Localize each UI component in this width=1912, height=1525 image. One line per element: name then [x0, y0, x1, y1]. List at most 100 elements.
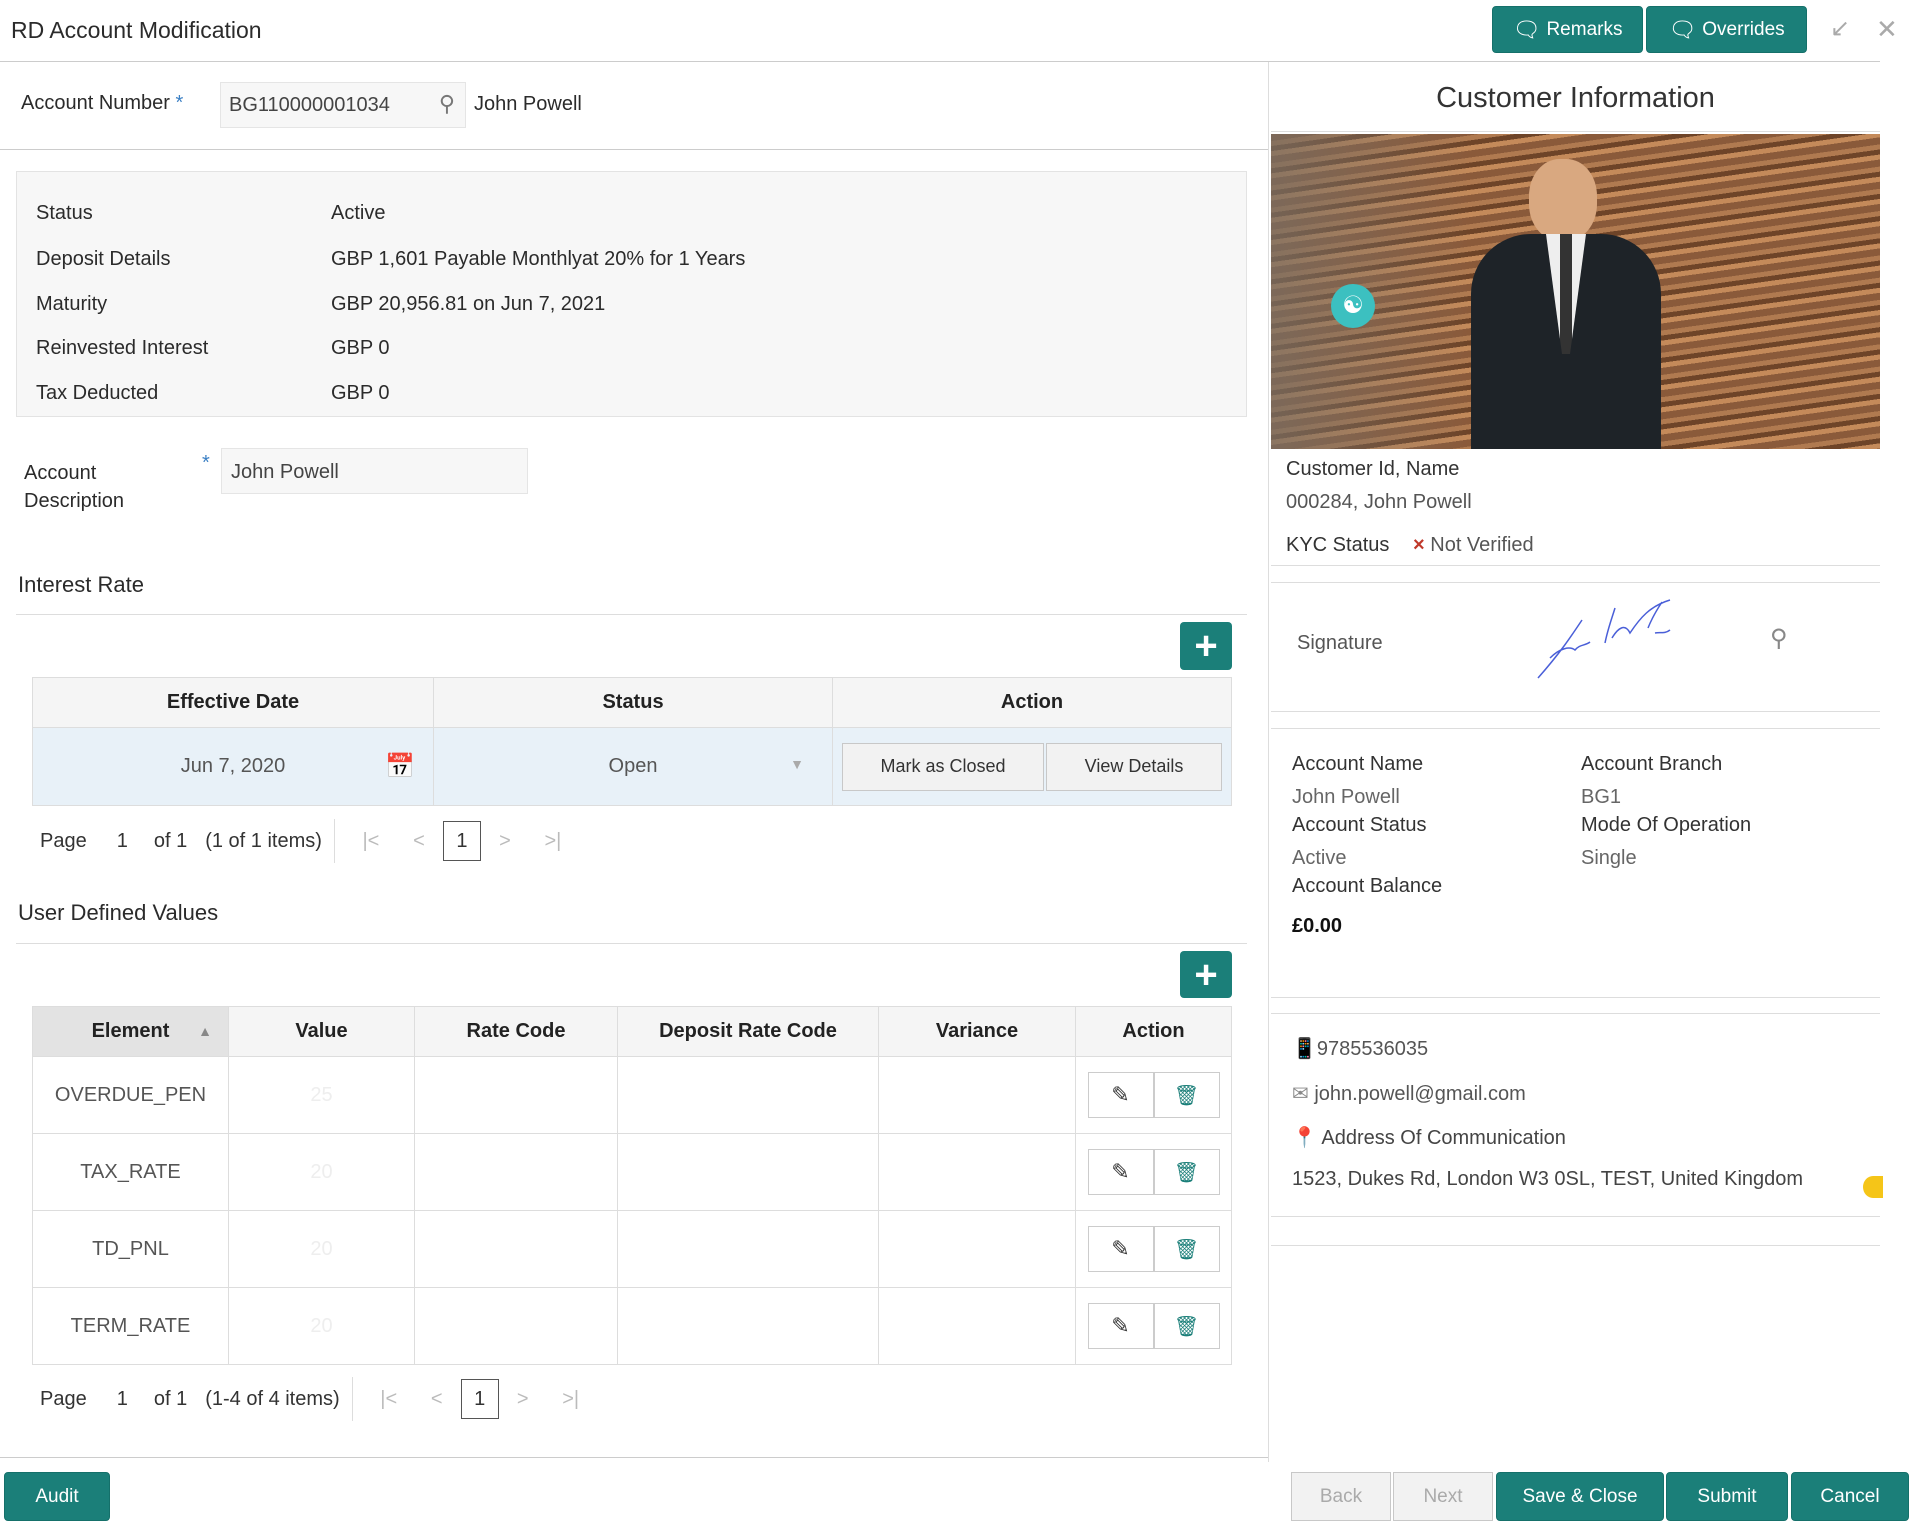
next-button[interactable]: Next	[1393, 1472, 1493, 1521]
udv-title: User Defined Values	[18, 900, 219, 925]
edit-icon: ✎	[1111, 1159, 1130, 1184]
edit-button[interactable]: ✎	[1087, 1303, 1154, 1349]
photo-viewer-icon[interactable]: ☯	[1331, 284, 1375, 328]
next-page-icon[interactable]: >	[499, 1388, 547, 1411]
summary-label: Deposit Details	[36, 248, 171, 270]
col-action: Action	[832, 677, 1232, 728]
add-udv-button[interactable]: +	[1180, 951, 1232, 998]
summary-value: GBP 0	[331, 382, 390, 404]
summary-value: Active	[331, 202, 386, 224]
search-icon[interactable]: ⚲	[439, 91, 455, 117]
phone-icon: 📱	[1292, 1038, 1317, 1060]
audit-button[interactable]: Audit	[4, 1472, 110, 1521]
prev-page-icon[interactable]: <	[395, 830, 443, 853]
col-effective-date: Effective Date	[32, 677, 434, 728]
summary-label: Maturity	[36, 293, 108, 315]
summary-label: Status	[36, 202, 93, 224]
udv-pager: Page 1 of 1 (1-4 of 4 items) |< <1 > >|	[40, 1377, 595, 1421]
trash-icon: 🗑	[1173, 1161, 1200, 1184]
current-page[interactable]: 1	[442, 821, 481, 861]
element-cell: TERM_RATE	[32, 1287, 229, 1365]
summary-value: GBP 1,601 Payable Monthlyat 20% for 1 Ye…	[331, 248, 746, 270]
edit-icon: ✎	[1111, 1236, 1130, 1261]
account-description-input[interactable]: John Powell	[221, 448, 528, 494]
field-label: Account Status	[1292, 814, 1427, 836]
value-cell[interactable]: 20	[228, 1210, 415, 1288]
kyc-label: KYC Status	[1286, 534, 1390, 556]
account-summary	[16, 171, 1247, 417]
first-page-icon[interactable]: |<	[347, 830, 395, 853]
field-label: Mode Of Operation	[1581, 814, 1752, 836]
first-page-icon[interactable]: |<	[365, 1388, 413, 1411]
interest-pager: Page 1 of 1 (1 of 1 items) |< <1 > >|	[40, 819, 577, 863]
cancel-button[interactable]: Cancel	[1791, 1472, 1909, 1521]
effective-date-input[interactable]: Jun 7, 2020	[181, 755, 286, 777]
field-label: Account Name	[1292, 753, 1424, 775]
mark-as-closed-button[interactable]: Mark as Closed	[842, 742, 1044, 791]
table-row: TERM_RATE 20 ✎ 🗑	[32, 1287, 1232, 1365]
view-details-button[interactable]: View Details	[1046, 742, 1222, 791]
interest-rate-table: Effective Date Status Action Jun 7, 2020 📅 …	[32, 677, 1232, 806]
close-icon[interactable]: ✕	[1876, 14, 1898, 45]
back-button[interactable]: Back	[1291, 1472, 1391, 1521]
last-page-icon[interactable]: >|	[547, 1388, 595, 1411]
delete-button[interactable]: 🗑	[1153, 1149, 1220, 1195]
interest-rate-title: Interest Rate	[18, 572, 144, 597]
edit-button[interactable]: ✎	[1087, 1149, 1154, 1195]
value-cell[interactable]: 20	[228, 1133, 415, 1211]
minimize-icon[interactable]: ↙	[1830, 14, 1850, 43]
help-tab[interactable]	[1863, 1176, 1883, 1198]
trash-icon: 🗑	[1173, 1084, 1200, 1107]
delete-button[interactable]: 🗑	[1153, 1303, 1220, 1349]
col-element[interactable]: Element ▲	[32, 1006, 229, 1057]
element-cell: OVERDUE_PEN	[32, 1056, 229, 1134]
summary-label: Reinvested Interest	[36, 337, 209, 359]
field-value: Active	[1292, 847, 1347, 869]
page-title: RD Account Modification	[11, 17, 262, 43]
edit-button[interactable]: ✎	[1087, 1226, 1154, 1272]
account-number-input[interactable]: BG110000001034 ⚲	[220, 82, 466, 128]
trash-icon: 🗑	[1173, 1238, 1200, 1261]
edit-button[interactable]: ✎	[1087, 1072, 1154, 1118]
field-value: Single	[1581, 847, 1637, 869]
calendar-icon[interactable]: 📅	[385, 752, 415, 781]
chat-icon: 🗨	[1512, 16, 1541, 42]
next-page-icon[interactable]: >	[481, 830, 529, 853]
delete-button[interactable]: 🗑	[1153, 1226, 1220, 1272]
current-page[interactable]: 1	[460, 1379, 499, 1419]
value-cell[interactable]: 25	[228, 1056, 415, 1134]
col-variance: Variance	[878, 1006, 1076, 1057]
col-deposit-rate-code: Deposit Rate Code	[617, 1006, 879, 1057]
table-row: Jun 7, 2020 📅 Open ▼ Mark as Closed View De…	[32, 727, 1232, 806]
table-row: OVERDUE_PEN 25 ✎ 🗑	[32, 1056, 1232, 1134]
sort-asc-icon[interactable]: ▲	[198, 1023, 212, 1039]
overrides-button[interactable]: 🗨 Overrides	[1646, 6, 1807, 53]
submit-button[interactable]: Submit	[1666, 1472, 1788, 1521]
last-page-icon[interactable]: >|	[529, 830, 577, 853]
field-value: BG1	[1581, 786, 1622, 808]
signature-search-icon[interactable]: ⚲	[1770, 624, 1788, 653]
save-close-button[interactable]: Save & Close	[1496, 1472, 1664, 1521]
trash-icon: 🗑	[1173, 1315, 1200, 1338]
kyc-status: × Not Verified	[1413, 534, 1534, 556]
field-value: £0.00	[1292, 915, 1343, 937]
delete-button[interactable]: 🗑	[1153, 1072, 1220, 1118]
status-select[interactable]: Open	[609, 755, 658, 777]
chevron-down-icon[interactable]: ▼	[790, 756, 804, 772]
email: ✉ john.powell@gmail.com	[1292, 1083, 1526, 1105]
value-cell[interactable]: 20	[228, 1287, 415, 1365]
udv-table: Element ▲ Value Rate Code Deposit Rate Code…	[32, 1006, 1232, 1365]
edit-icon: ✎	[1111, 1313, 1130, 1338]
col-action: Action	[1075, 1006, 1232, 1057]
customer-id-value: 000284, John Powell	[1286, 491, 1472, 513]
col-rate-code: Rate Code	[414, 1006, 618, 1057]
signature-image	[1537, 599, 1671, 679]
cross-icon: ×	[1413, 534, 1425, 556]
remarks-button[interactable]: 🗨 Remarks	[1492, 6, 1643, 53]
table-row: TD_PNL 20 ✎ 🗑	[32, 1210, 1232, 1288]
summary-value: GBP 0	[331, 337, 390, 359]
edit-icon: ✎	[1111, 1082, 1130, 1107]
add-interest-button[interactable]: +	[1180, 622, 1232, 670]
prev-page-icon[interactable]: <	[413, 1388, 461, 1411]
summary-value: GBP 20,956.81 on Jun 7, 2021	[331, 293, 606, 315]
